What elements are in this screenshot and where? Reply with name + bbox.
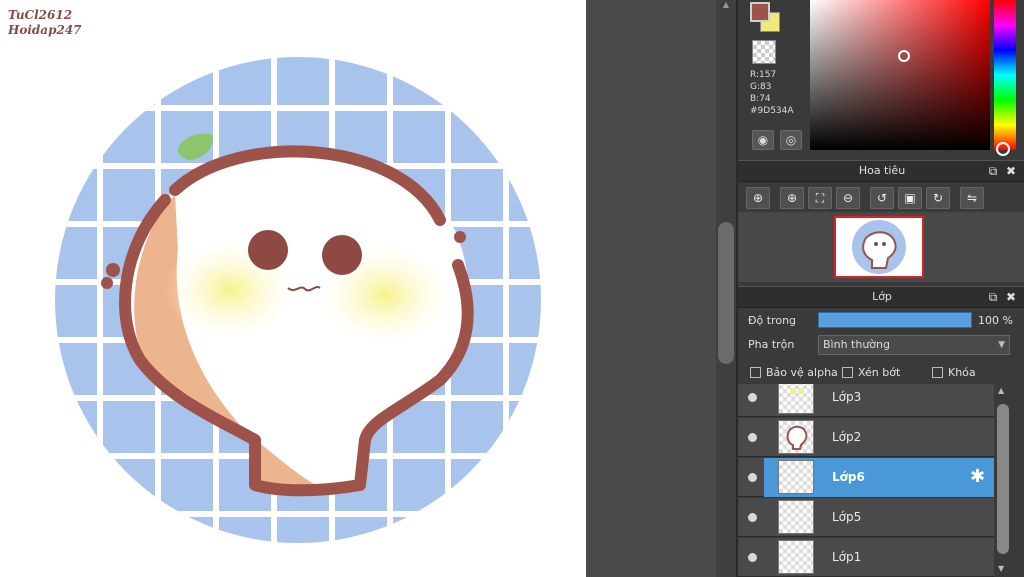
foreground-color-swatch[interactable]	[750, 2, 770, 22]
layer-thumbnail	[778, 384, 814, 414]
clipping-label: Xén bớt	[858, 366, 901, 379]
palette-settings-icon[interactable]: ◎	[780, 130, 802, 150]
palette-icon[interactable]: ◉	[752, 130, 774, 150]
clipping-checkbox[interactable]: Xén bớt	[842, 366, 900, 380]
layer-list: Lớp3 Lớp2 Lớp6 ✱ Lớp5 Lớp1	[738, 384, 994, 577]
color-r-value: R:157	[750, 70, 777, 80]
layer-thumbnail	[778, 420, 814, 454]
navigator-toolbar: ⊕ ⊕ ⛶ ⊖ ↺ ▣ ↻ ⇋	[738, 184, 1024, 212]
artwork	[55, 57, 541, 543]
lock-label: Khóa	[948, 366, 976, 379]
close-icon[interactable]: ✖	[1004, 163, 1018, 179]
protect-alpha-label: Bảo vệ alpha	[766, 366, 838, 379]
blend-mode-value: Bình thường	[823, 338, 890, 351]
layer-name: Lớp5	[832, 510, 862, 524]
layer-row[interactable]: Lớp2	[738, 418, 994, 457]
opacity-label: Độ trong	[748, 314, 797, 327]
scroll-up-icon[interactable]: ▲	[721, 0, 731, 10]
checkbox-box[interactable]	[750, 367, 761, 378]
workspace-background	[586, 0, 716, 577]
layer-name: Lớp2	[832, 430, 862, 444]
layer-row-selected[interactable]: Lớp6 ✱	[738, 458, 994, 497]
lock-checkbox[interactable]: Khóa	[932, 366, 976, 380]
scroll-down-icon[interactable]: ▼	[998, 564, 1004, 573]
drawing-canvas[interactable]: TuCl2612 Hoidap247	[0, 0, 586, 577]
zoom-fit-icon[interactable]: ⊕	[746, 187, 770, 209]
scroll-thumb[interactable]	[718, 222, 734, 364]
chevron-down-icon: ▼	[998, 340, 1005, 350]
visibility-icon[interactable]	[748, 513, 757, 522]
blend-mode-label: Pha trộn	[748, 338, 795, 351]
layer-name: Lớp1	[832, 550, 862, 564]
visibility-icon[interactable]	[748, 473, 757, 482]
layer-row[interactable]: Lớp5	[738, 498, 994, 537]
scroll-thumb[interactable]	[997, 404, 1009, 554]
hue-slider-handle[interactable]	[996, 142, 1010, 156]
layer-panel-header: Lớp ⧉ ✖	[738, 286, 1024, 308]
opacity-value: 100 %	[978, 314, 1013, 327]
saturation-value-picker[interactable]	[810, 0, 990, 150]
layer-name: Lớp6	[832, 470, 865, 484]
rotate-left-icon[interactable]: ↺	[870, 187, 894, 209]
rotate-right-icon[interactable]: ↻	[926, 187, 950, 209]
canvas-vertical-scrollbar[interactable]: ▲	[716, 0, 736, 577]
opacity-slider[interactable]	[818, 312, 972, 328]
visibility-icon[interactable]	[748, 433, 757, 442]
color-hex-value: #9D534A	[750, 106, 794, 116]
zoom-in-icon[interactable]: ⊕	[780, 187, 804, 209]
navigator-thumbnail	[852, 220, 906, 274]
layer-panel-title: Lớp	[872, 290, 892, 303]
scroll-up-icon[interactable]: ▲	[998, 386, 1004, 395]
protect-alpha-checkbox[interactable]: Bảo vệ alpha	[750, 366, 838, 380]
undock-icon[interactable]: ⧉	[986, 163, 1000, 179]
right-panel: R:157 G:83 B:74 #9D534A ◉ ◎ Hoa tiêu ⧉ ✖…	[736, 0, 1024, 577]
fit-window-icon[interactable]: ⛶	[808, 187, 832, 209]
fullscreen-icon[interactable]: ▣	[898, 187, 922, 209]
layer-thumbnail	[778, 540, 814, 574]
navigator-preview[interactable]	[738, 212, 1024, 282]
flip-icon[interactable]: ⇋	[960, 187, 984, 209]
navigator-title: Hoa tiêu	[858, 164, 906, 177]
undock-icon[interactable]: ⧉	[986, 289, 1000, 305]
hue-slider[interactable]	[994, 0, 1016, 150]
color-picker-cursor[interactable]	[898, 50, 910, 62]
transparent-color-swatch[interactable]	[752, 40, 776, 64]
checkbox-box[interactable]	[932, 367, 943, 378]
checkbox-box[interactable]	[842, 367, 853, 378]
layer-row[interactable]: Lớp3	[738, 384, 994, 417]
visibility-icon[interactable]	[748, 553, 757, 562]
color-g-value: G:83	[750, 82, 772, 92]
layer-row[interactable]: Lớp1	[738, 538, 994, 577]
layer-list-scrollbar[interactable]: ▲ ▼	[994, 384, 1012, 577]
zoom-out-icon[interactable]: ⊖	[836, 187, 860, 209]
color-panel: R:157 G:83 B:74 #9D534A ◉ ◎	[738, 0, 1024, 158]
navigator-panel-header: Hoa tiêu ⧉ ✖	[738, 160, 1024, 182]
blend-mode-select[interactable]: Bình thường ▼	[818, 335, 1010, 355]
layer-thumbnail	[778, 460, 814, 494]
visibility-icon[interactable]	[748, 393, 757, 402]
color-b-value: B:74	[750, 94, 771, 104]
gear-icon[interactable]: ✱	[970, 467, 985, 487]
close-icon[interactable]: ✖	[1004, 289, 1018, 305]
layer-name: Lớp3	[832, 390, 862, 404]
navigator-viewport[interactable]	[834, 216, 924, 278]
layer-thumbnail	[778, 500, 814, 534]
